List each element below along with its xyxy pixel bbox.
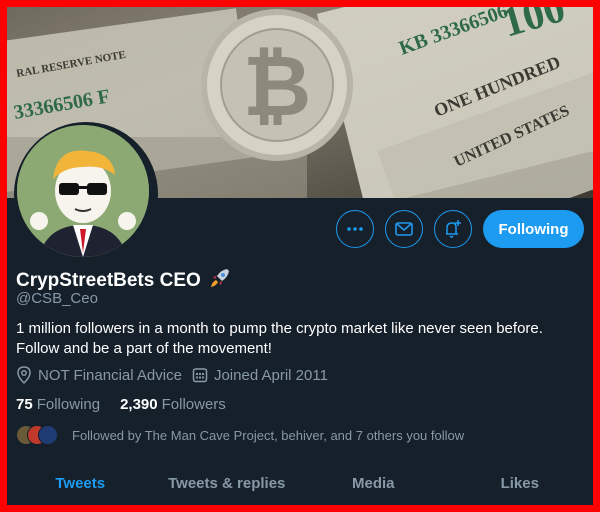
followers-count-link[interactable]: 2,390 Followers: [120, 396, 226, 413]
bio-line: 1 million followers in a month to pump t…: [16, 320, 543, 337]
avatar[interactable]: [14, 122, 158, 266]
tab-likes[interactable]: Likes: [447, 465, 594, 505]
tab-tweets-replies[interactable]: Tweets & replies: [154, 465, 301, 505]
profile-frame: KB 33366506 33366506 F ONE HUNDRED UNITE…: [7, 7, 593, 505]
following-button[interactable]: Following: [483, 210, 584, 248]
location-text: NOT Financial Advice: [38, 366, 182, 384]
more-icon: [347, 227, 363, 231]
tab-media[interactable]: Media: [300, 465, 447, 505]
profile-meta: NOT Financial Advice Joined April 2011: [16, 366, 338, 384]
followers-count: 2,390: [120, 396, 158, 413]
mail-icon: [395, 222, 413, 236]
following-label: Following: [36, 396, 101, 413]
followed-by-row[interactable]: Followed by The Man Cave Project, behive…: [16, 425, 464, 445]
profile-bio: 1 million followers in a month to pump t…: [16, 319, 576, 359]
followed-by-text: Followed by The Man Cave Project, behive…: [72, 427, 465, 443]
notifications-button[interactable]: [434, 210, 472, 248]
follow-counts: 75 Following 2,390 Followers: [16, 396, 246, 413]
avatar-image: [17, 125, 149, 257]
joined-item: Joined April 2011: [192, 367, 328, 384]
mutual-avatar: [38, 425, 58, 445]
bell-plus-icon: [446, 220, 461, 238]
location-item: NOT Financial Advice: [16, 366, 182, 384]
more-options-button[interactable]: [336, 210, 374, 248]
bitcoin-icon: ₿: [243, 37, 311, 135]
location-pin-icon: [17, 366, 31, 384]
tab-tweets[interactable]: Tweets: [7, 465, 154, 505]
profile-handle: @CSB_Ceo: [16, 290, 98, 307]
following-count-link[interactable]: 75 Following: [16, 396, 100, 413]
following-count: 75: [16, 396, 33, 413]
calendar-icon: [192, 368, 208, 383]
followers-label: Followers: [161, 396, 226, 413]
mutual-avatars: [16, 425, 60, 445]
joined-text: Joined April 2011: [213, 366, 328, 384]
profile-tabs: Tweets Tweets & replies Media Likes: [7, 465, 593, 505]
message-button[interactable]: [385, 210, 423, 248]
display-name: CrypStreetBets CEO: [16, 270, 201, 291]
bio-line: Follow and be a part of the movement!: [16, 340, 272, 357]
rocket-icon: [209, 267, 231, 295]
